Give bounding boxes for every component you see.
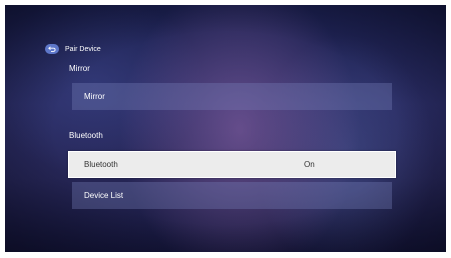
menu-item-device-list[interactable]: Device List xyxy=(72,182,392,209)
page-header: Pair Device xyxy=(45,43,101,55)
page-title: Pair Device xyxy=(65,45,101,53)
bluetooth-status-value: On xyxy=(304,160,315,169)
menu-item-label: Mirror xyxy=(84,92,105,101)
section-label-mirror: Mirror xyxy=(69,64,90,73)
menu-item-bluetooth[interactable]: Bluetooth On xyxy=(68,151,396,178)
settings-screen: Pair Device Mirror Mirror Bluetooth Blue… xyxy=(5,5,446,252)
menu-item-mirror[interactable]: Mirror xyxy=(72,83,392,110)
menu-item-label: Device List xyxy=(84,191,124,200)
back-arrow-icon[interactable] xyxy=(45,44,59,54)
section-label-bluetooth: Bluetooth xyxy=(69,131,103,140)
menu-item-label: Bluetooth xyxy=(84,160,118,169)
